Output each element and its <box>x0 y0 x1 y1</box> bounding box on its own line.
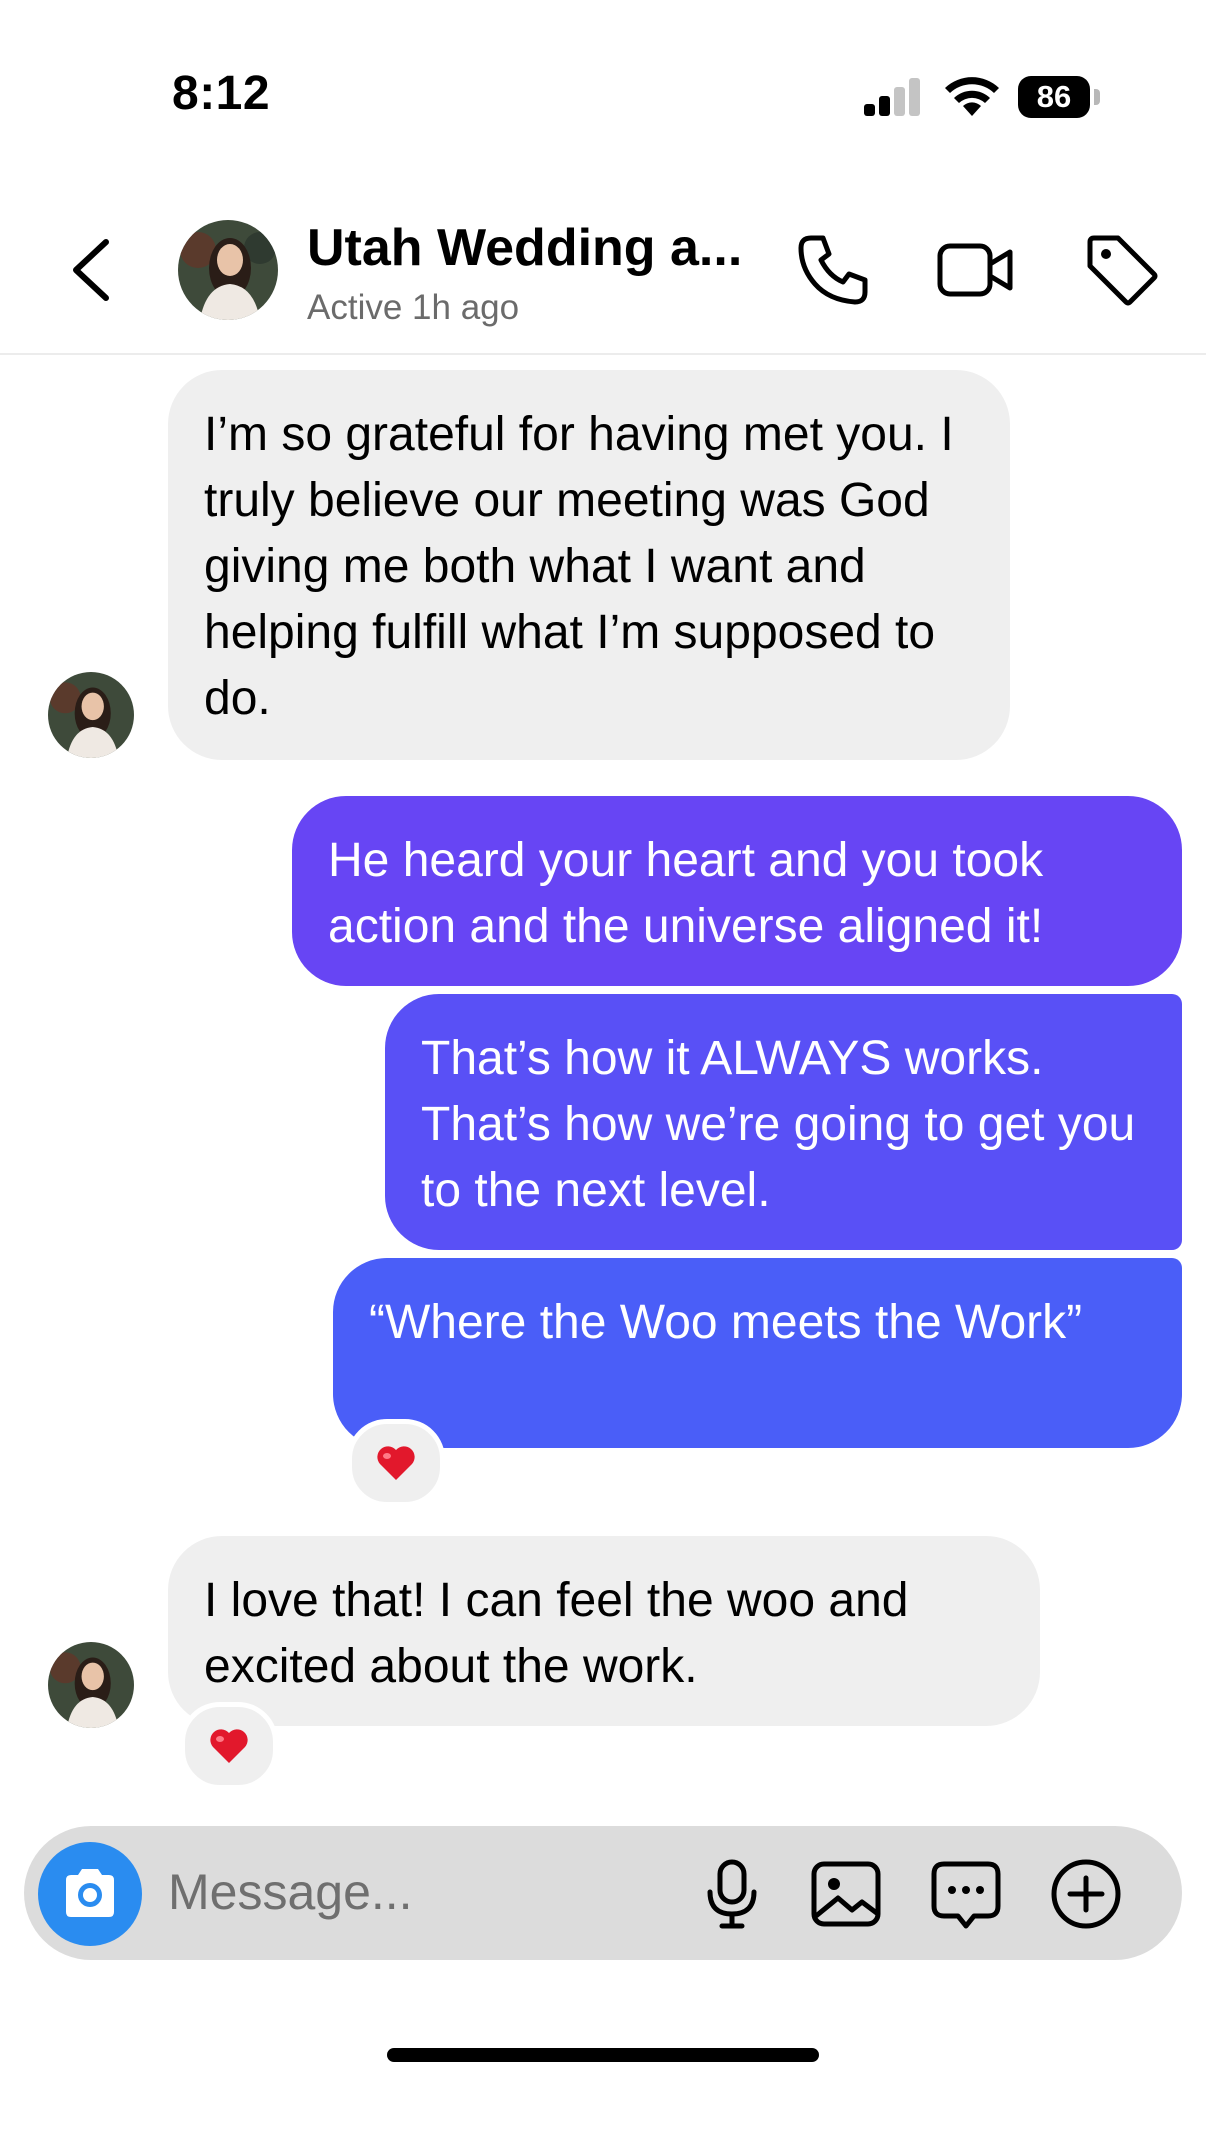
sender-avatar[interactable] <box>48 672 134 758</box>
heart-icon <box>377 1446 415 1480</box>
sender-avatar[interactable] <box>48 1642 134 1728</box>
audio-call-button[interactable] <box>793 230 873 310</box>
message-bubble-outgoing[interactable]: “Where the Woo meets the Work” <box>333 1258 1182 1448</box>
battery-icon: 86 <box>1018 76 1100 118</box>
camera-button[interactable] <box>38 1842 142 1946</box>
sticker-button[interactable] <box>928 1856 1004 1932</box>
image-icon <box>811 1861 881 1927</box>
message-reaction[interactable] <box>180 1702 278 1790</box>
message-bubble-incoming[interactable]: I love that! I can feel the woo and exci… <box>168 1536 1040 1726</box>
message-bubble-incoming[interactable]: I’m so grateful for having met you. I tr… <box>168 370 1010 760</box>
message-input[interactable] <box>168 1857 648 1927</box>
battery-level: 86 <box>1018 76 1090 118</box>
video-camera-icon <box>937 243 1013 297</box>
heart-icon <box>210 1729 248 1763</box>
more-options-button[interactable] <box>1048 1856 1124 1932</box>
contact-name[interactable]: Utah Wedding a... <box>307 218 742 278</box>
back-button[interactable] <box>66 238 122 302</box>
message-reaction[interactable] <box>347 1419 445 1507</box>
plus-circle-icon <box>1051 1859 1121 1929</box>
message-bubble-outgoing[interactable]: He heard your heart and you took action … <box>292 796 1182 986</box>
video-call-button[interactable] <box>936 230 1016 310</box>
active-status: Active 1h ago <box>307 288 520 327</box>
chat-bubble-icon <box>931 1861 1001 1929</box>
tag-icon <box>1087 235 1158 306</box>
microphone-icon <box>707 1859 757 1929</box>
home-indicator[interactable] <box>387 2048 819 2062</box>
phone-icon <box>798 235 868 305</box>
chevron-left-icon <box>73 239 109 301</box>
label-button[interactable] <box>1082 230 1162 310</box>
wifi-icon <box>944 74 1000 118</box>
cellular-signal-icon <box>864 78 924 116</box>
header-divider <box>0 353 1206 355</box>
contact-avatar[interactable] <box>178 220 278 320</box>
status-time: 8:12 <box>172 67 271 120</box>
voice-message-button[interactable] <box>694 1856 770 1932</box>
gallery-button[interactable] <box>808 1856 884 1932</box>
message-bubble-outgoing[interactable]: That’s how it ALWAYS works. That’s how w… <box>385 994 1182 1250</box>
camera-icon <box>66 1869 114 1917</box>
